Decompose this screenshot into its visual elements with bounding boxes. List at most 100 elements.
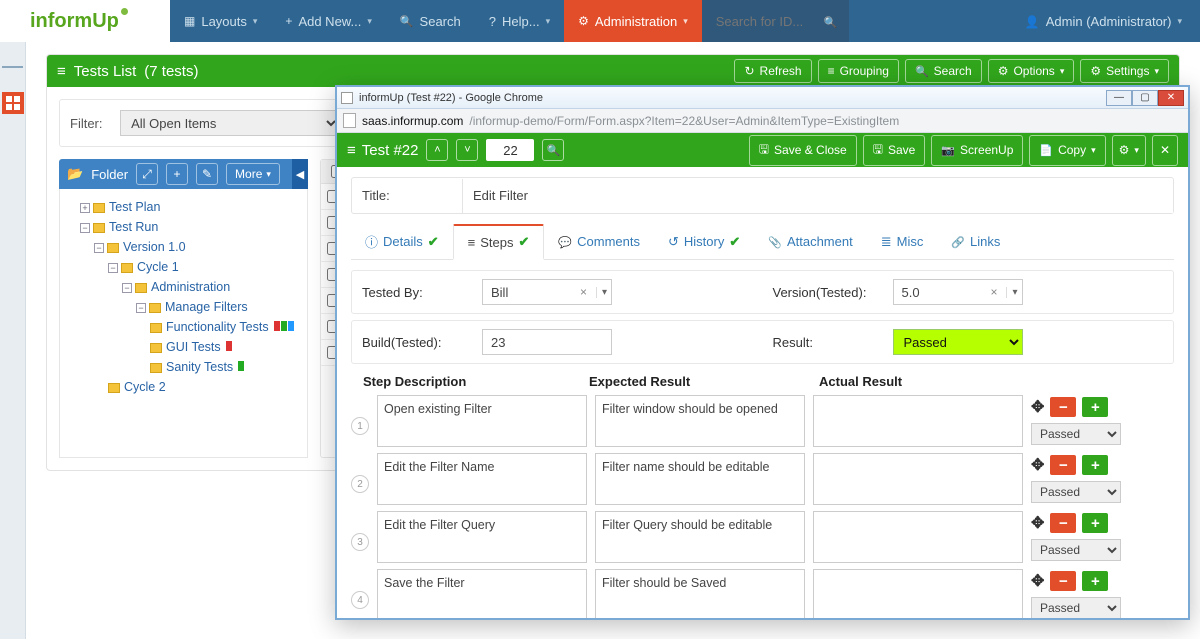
step-result-select[interactable]: Passed — [1031, 539, 1121, 561]
add-step-button[interactable]: + — [1082, 397, 1108, 417]
step-actual-input[interactable] — [813, 395, 1023, 447]
tree-node[interactable]: −Manage Filters Functionality Tests GUI … — [136, 297, 301, 377]
collapse-icon[interactable]: − — [94, 243, 104, 253]
refresh-button[interactable]: Refresh — [734, 59, 811, 83]
meta-row-1: Tested By: Bill×▾ Version(Tested): 5.0×▾ — [351, 270, 1174, 314]
tab-comments[interactable]: Comments — [544, 224, 654, 259]
step-expected-input[interactable]: Filter should be Saved — [595, 569, 805, 618]
step-expected-input[interactable]: Filter name should be editable — [595, 453, 805, 505]
folder-add-button[interactable] — [166, 163, 188, 185]
nav-help[interactable]: ?Help...▾ — [475, 0, 564, 42]
remove-step-button[interactable]: − — [1050, 455, 1076, 475]
title-input[interactable] — [462, 179, 1173, 213]
search-icon[interactable] — [824, 14, 838, 29]
collapse-icon[interactable]: − — [80, 223, 90, 233]
nav-layouts[interactable]: Layouts▾ — [170, 0, 271, 42]
rail-modules-button[interactable] — [2, 92, 24, 114]
search-button[interactable]: Search — [905, 59, 982, 83]
remove-step-button[interactable]: − — [1050, 397, 1076, 417]
step-actual-input[interactable] — [813, 511, 1023, 563]
tree-node[interactable]: GUI Tests — [150, 337, 301, 357]
copy-button[interactable]: Copy▾ — [1029, 135, 1105, 166]
window-maximize-button[interactable]: ▢ — [1132, 90, 1158, 106]
top-search-input[interactable] — [714, 13, 804, 30]
chevron-down-icon[interactable]: ▾ — [1006, 287, 1017, 298]
add-step-button[interactable]: + — [1082, 571, 1108, 591]
window-close-button[interactable]: ✕ — [1158, 90, 1184, 106]
item-close-button[interactable] — [1152, 135, 1178, 166]
add-step-button[interactable]: + — [1082, 455, 1108, 475]
screenup-button[interactable]: ScreenUp — [931, 135, 1023, 166]
tab-steps[interactable]: Steps✔ — [453, 224, 545, 260]
rail-menu-icon[interactable] — [2, 56, 24, 78]
step-actual-input[interactable] — [813, 569, 1023, 618]
save-close-button[interactable]: Save & Close — [749, 135, 857, 166]
tree-node[interactable]: −Cycle 1 −Administration −Manage Filters — [108, 257, 301, 377]
step-description-input[interactable]: Save the Filter — [377, 569, 587, 618]
nav-search[interactable]: Search — [386, 0, 475, 42]
item-settings-button[interactable]: ▾ — [1112, 135, 1146, 166]
tree-node[interactable]: +Test Plan — [80, 197, 301, 217]
expand-icon[interactable]: + — [80, 203, 90, 213]
nav-user-menu[interactable]: Admin (Administrator)▾ — [1007, 14, 1200, 29]
step-result-select[interactable]: Passed — [1031, 597, 1121, 618]
step-result-select[interactable]: Passed — [1031, 423, 1121, 445]
step-description-input[interactable]: Open existing Filter — [377, 395, 587, 447]
version-select[interactable]: 5.0×▾ — [893, 279, 1023, 305]
add-step-button[interactable]: + — [1082, 513, 1108, 533]
tree-node[interactable]: Functionality Tests — [150, 317, 301, 337]
collapse-icon[interactable]: − — [122, 283, 132, 293]
window-minimize-button[interactable]: — — [1106, 90, 1132, 106]
folder-collapse-button[interactable]: ◀ — [292, 159, 308, 189]
folder-more-button[interactable]: More▾ — [226, 163, 280, 185]
nav-add-new[interactable]: Add New...▾ — [271, 0, 385, 42]
collapse-icon[interactable]: − — [108, 263, 118, 273]
step-expected-input[interactable]: Filter Query should be editable — [595, 511, 805, 563]
expand-icon — [142, 167, 152, 182]
clear-icon[interactable]: × — [990, 285, 997, 299]
go-to-item-button[interactable] — [542, 139, 564, 161]
tab-links[interactable]: Links — [937, 224, 1014, 259]
move-icon[interactable]: ✥ — [1031, 513, 1044, 533]
remove-step-button[interactable]: − — [1050, 513, 1076, 533]
step-description-input[interactable]: Edit the Filter Name — [377, 453, 587, 505]
step-result-select[interactable]: Passed — [1031, 481, 1121, 503]
tree-node[interactable]: −Test Run −Version 1.0 −Cycle 1 −Adminis… — [80, 217, 301, 397]
tab-history[interactable]: History✔ — [654, 224, 754, 259]
clear-icon[interactable]: × — [580, 285, 587, 299]
prev-item-button[interactable]: ˄ — [426, 139, 448, 161]
testedby-select[interactable]: Bill×▾ — [482, 279, 612, 305]
chevron-down-icon[interactable]: ▾ — [596, 287, 607, 298]
tree-node[interactable]: −Version 1.0 −Cycle 1 −Administration −M… — [94, 237, 301, 397]
step-description-input[interactable]: Edit the Filter Query — [377, 511, 587, 563]
options-button[interactable]: Options▾ — [988, 59, 1075, 83]
build-input[interactable] — [482, 329, 612, 355]
next-item-button[interactable]: ˅ — [456, 139, 478, 161]
filter-select[interactable]: All Open Items — [120, 110, 340, 136]
popup-titlebar[interactable]: informUp (Test #22) - Google Chrome — ▢ … — [337, 87, 1188, 109]
tree-node[interactable]: Sanity Tests — [150, 357, 301, 377]
folder-edit-button[interactable] — [196, 163, 218, 185]
tab-misc[interactable]: Misc — [867, 224, 938, 259]
top-search-box[interactable] — [702, 0, 850, 42]
settings-button[interactable]: Settings▾ — [1080, 59, 1169, 83]
collapse-icon[interactable]: − — [136, 303, 146, 313]
nav-administration[interactable]: Administration▾ — [564, 0, 702, 42]
move-icon[interactable]: ✥ — [1031, 571, 1044, 591]
url-bar[interactable]: saas.informup.com/informup-demo/Form/For… — [337, 109, 1188, 133]
move-icon[interactable]: ✥ — [1031, 455, 1044, 475]
list-icon — [57, 63, 66, 80]
tab-attachment[interactable]: Attachment — [754, 224, 866, 259]
folder-expand-button[interactable] — [136, 163, 158, 185]
result-select[interactable]: Passed — [893, 329, 1023, 355]
remove-step-button[interactable]: − — [1050, 571, 1076, 591]
step-actual-input[interactable] — [813, 453, 1023, 505]
move-icon[interactable]: ✥ — [1031, 397, 1044, 417]
step-expected-input[interactable]: Filter window should be opened — [595, 395, 805, 447]
tab-details[interactable]: Details✔ — [351, 224, 453, 259]
item-id-input[interactable] — [486, 139, 534, 161]
tree-node[interactable]: Cycle 2 — [108, 377, 301, 397]
grouping-button[interactable]: Grouping — [818, 59, 899, 83]
tree-node[interactable]: −Administration −Manage Filters Function… — [122, 277, 301, 377]
save-button[interactable]: Save — [863, 135, 926, 166]
